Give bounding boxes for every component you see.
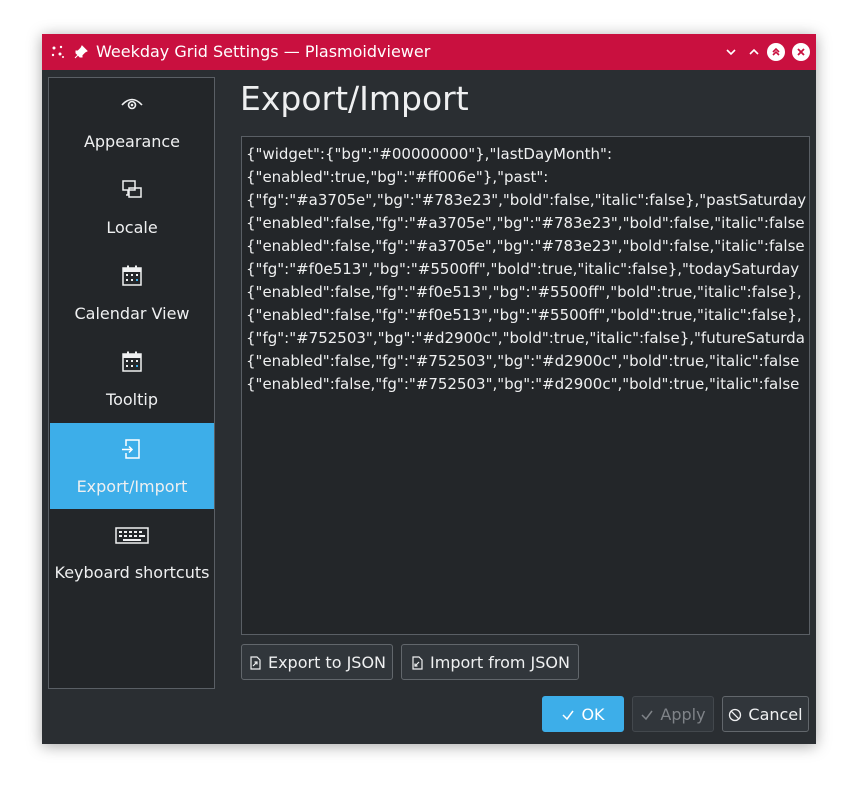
sidebar-item-label: Calendar View bbox=[74, 304, 190, 323]
ok-button[interactable]: OK bbox=[542, 696, 624, 732]
locale-icon bbox=[120, 178, 144, 202]
cancel-button-label: Cancel bbox=[748, 704, 803, 724]
ok-button-label: OK bbox=[581, 704, 605, 724]
close-button[interactable] bbox=[792, 43, 810, 61]
title-bar[interactable]: Weekday Grid Settings — Plasmoidviewer bbox=[42, 34, 816, 70]
sidebar-item-keyboard-shortcuts[interactable]: Keyboard shortcuts bbox=[50, 509, 214, 595]
json-line: {"widget":{"bg":"#00000000"},"lastDayMon… bbox=[246, 145, 612, 163]
json-line: {"enabled":false,"fg":"#f0e513","bg":"#5… bbox=[246, 306, 802, 324]
sidebar-item-tooltip[interactable]: Tooltip bbox=[50, 336, 214, 422]
export-button-label: Export to JSON bbox=[267, 652, 387, 672]
page-title: Export/Import bbox=[240, 79, 469, 118]
keyboard-icon bbox=[114, 523, 150, 547]
app-menu-icon[interactable] bbox=[49, 43, 67, 61]
sidebar-item-label: Export/Import bbox=[76, 477, 188, 496]
minimize-button[interactable] bbox=[722, 43, 740, 61]
json-line: {"enabled":true,"bg":"#ff006e"},"past": bbox=[246, 168, 549, 186]
document-export-icon bbox=[248, 655, 262, 670]
cancel-icon bbox=[728, 707, 742, 722]
json-line: {"enabled":false,"fg":"#f0e513","bg":"#5… bbox=[246, 283, 802, 301]
export-to-json-button[interactable]: Export to JSON bbox=[241, 644, 393, 680]
import-from-json-button[interactable]: Import from JSON bbox=[401, 644, 579, 680]
window-title: Weekday Grid Settings — Plasmoidviewer bbox=[96, 42, 431, 61]
import-button-label: Import from JSON bbox=[430, 652, 570, 672]
sidebar-item-label: Locale bbox=[106, 218, 158, 237]
json-line: {"fg":"#a3705e","bg":"#783e23","bold":fa… bbox=[246, 191, 807, 209]
sidebar-item-label: Keyboard shortcuts bbox=[54, 563, 210, 582]
checkmark-icon bbox=[561, 707, 575, 721]
calendar-icon bbox=[120, 264, 144, 288]
pin-icon[interactable] bbox=[72, 43, 90, 61]
apply-button[interactable]: Apply bbox=[632, 696, 714, 732]
json-line: {"fg":"#752503","bg":"#d2900c","bold":tr… bbox=[246, 329, 805, 347]
settings-window: Weekday Grid Settings — Plasmoidviewer A… bbox=[42, 34, 816, 744]
sidebar-item-calendar-view[interactable]: Calendar View bbox=[50, 250, 214, 336]
sidebar-item-export-import[interactable]: Export/Import bbox=[50, 423, 214, 509]
sidebar: Appearance Locale Calendar View Tooltip … bbox=[48, 77, 215, 689]
sidebar-item-label: Appearance bbox=[83, 132, 181, 151]
json-line: {"enabled":false,"fg":"#752503","bg":"#d… bbox=[246, 375, 800, 393]
eye-icon bbox=[120, 92, 144, 116]
calendar-icon bbox=[120, 350, 144, 374]
sidebar-item-appearance[interactable]: Appearance bbox=[50, 78, 214, 164]
json-text-area[interactable]: {"widget":{"bg":"#00000000"},"lastDayMon… bbox=[241, 136, 810, 635]
maximize-button[interactable] bbox=[745, 43, 763, 61]
json-line: {"enabled":false,"fg":"#752503","bg":"#d… bbox=[246, 352, 800, 370]
keep-above-button[interactable] bbox=[767, 43, 785, 61]
checkmark-icon bbox=[640, 707, 654, 721]
document-import-icon bbox=[410, 655, 424, 670]
json-line: {"fg":"#f0e513","bg":"#5500ff","bold":tr… bbox=[246, 260, 800, 278]
cancel-button[interactable]: Cancel bbox=[722, 696, 809, 732]
sidebar-item-label: Tooltip bbox=[106, 390, 158, 409]
json-line: {"enabled":false,"fg":"#a3705e","bg":"#7… bbox=[246, 237, 805, 255]
sidebar-item-locale[interactable]: Locale bbox=[50, 164, 214, 250]
json-line: {"enabled":false,"fg":"#a3705e","bg":"#7… bbox=[246, 214, 805, 232]
export-icon bbox=[120, 437, 144, 461]
apply-button-label: Apply bbox=[660, 704, 706, 724]
